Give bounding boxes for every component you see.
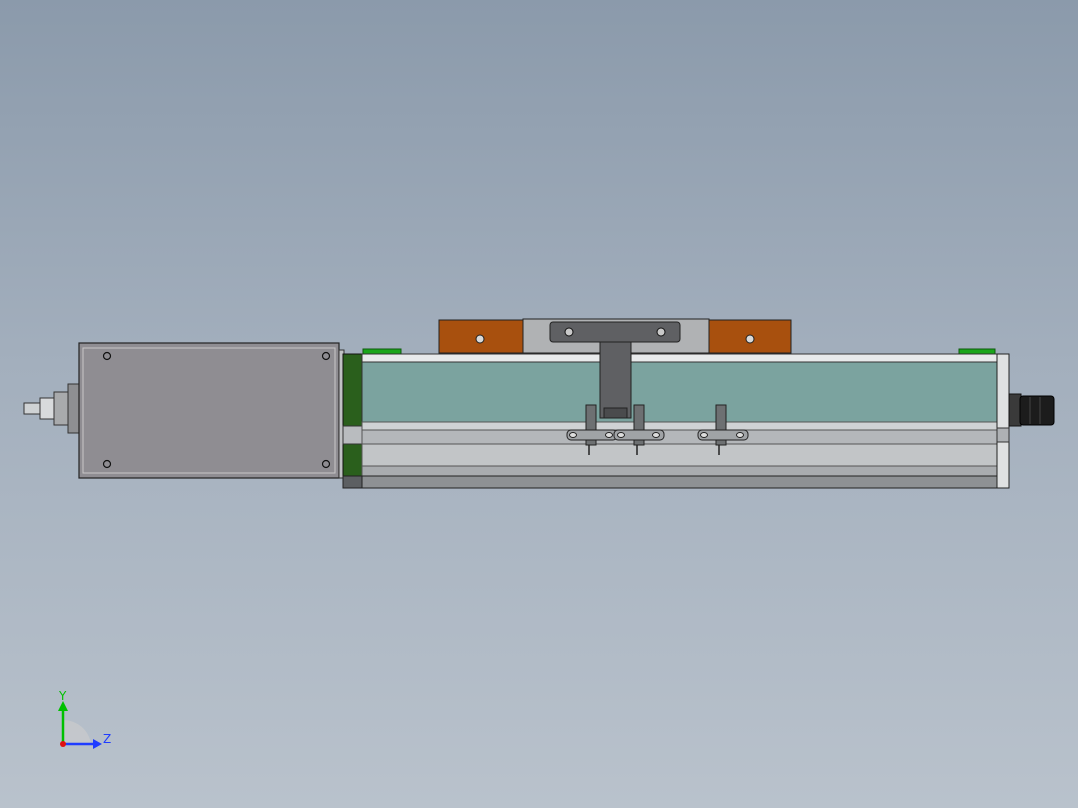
- bolt-hole-icon: [475, 334, 485, 344]
- carriage-plate: [599, 341, 632, 419]
- linear-actuator-model[interactable]: Y Z: [0, 0, 1078, 808]
- left-end-cap: [342, 353, 364, 489]
- bolt-hole-icon: [656, 327, 666, 337]
- triad-z-label: Z: [103, 732, 111, 746]
- servo-motor-body: [78, 342, 340, 479]
- triad-plane: [63, 719, 91, 744]
- x-axis-dot-icon: [60, 741, 66, 747]
- rail-body: [361, 353, 999, 489]
- bolt-hole-icon: [564, 327, 574, 337]
- bolt-hole-icon: [745, 334, 755, 344]
- rail-dust-cover: [361, 361, 999, 423]
- right-end-cap: [996, 353, 1010, 489]
- cable-connector: [1008, 393, 1055, 427]
- orientation-triad: Y Z: [58, 689, 111, 749]
- motor-shaft: [23, 383, 83, 434]
- z-arrowhead-icon: [93, 739, 102, 749]
- triad-y-label: Y: [58, 689, 67, 703]
- cad-viewport[interactable]: Y Z: [0, 0, 1078, 808]
